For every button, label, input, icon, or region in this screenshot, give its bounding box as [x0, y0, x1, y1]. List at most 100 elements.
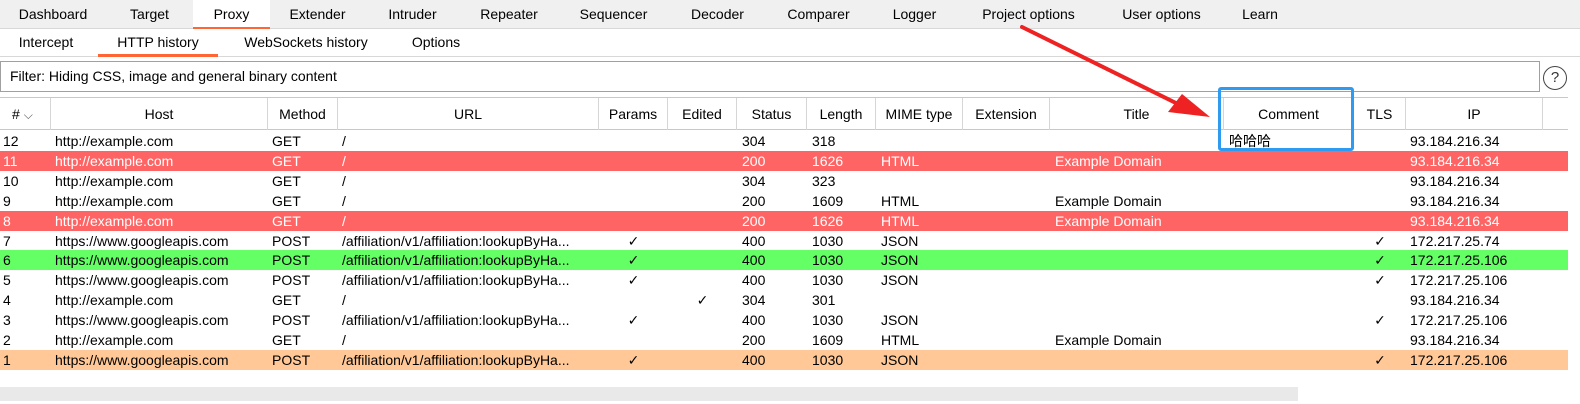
table-row[interactable]: 7 https://www.googleapis.com POST/affiliat…: [0, 230, 1568, 251]
column-header-method[interactable]: Method: [268, 98, 338, 130]
cell-url: /affiliation/v1/affiliation:lookupByHa..…: [342, 312, 570, 329]
cell-tls: ✓: [1374, 272, 1386, 289]
tab-http-history[interactable]: HTTP history: [98, 29, 218, 57]
cell-host: https://www.googleapis.com: [55, 272, 229, 289]
cell-mime-type: [876, 290, 963, 310]
table-row[interactable]: 12 http://example.com GET / 304 318 哈哈哈 93.184.…: [0, 131, 1568, 151]
cell-host: https://www.googleapis.com: [55, 351, 229, 368]
cell-host: http://example.com: [55, 152, 174, 169]
cell-host: http://example.com: [55, 192, 174, 209]
cell-number: 11: [3, 152, 18, 169]
tab-logger[interactable]: Logger: [871, 0, 958, 29]
table-row[interactable]: 3 https://www.googleapis.com POST/affiliat…: [0, 310, 1568, 331]
column-header-length[interactable]: Length: [807, 98, 876, 130]
cell-title: [1050, 131, 1224, 151]
cell-comment: [1224, 171, 1354, 191]
cell-length: 323: [812, 172, 836, 189]
tab-project-options[interactable]: Project options: [958, 0, 1099, 29]
cell-edited: [668, 151, 737, 171]
cell-edited: [668, 270, 737, 290]
table-row[interactable]: 4 http://example.com GET / ✓ 304 301 93.184.216…: [0, 290, 1568, 311]
table-row[interactable]: 8 http://example.com GET / 200 1626 HTML Exampl…: [0, 210, 1568, 231]
tab-repeater[interactable]: Repeater: [460, 0, 558, 29]
tab-learn[interactable]: Learn: [1224, 0, 1296, 29]
cell-number: 2: [3, 332, 11, 348]
cell-status: 200: [742, 192, 766, 209]
tab-user-options[interactable]: User options: [1099, 0, 1224, 29]
filter-bar[interactable]: Filter: Hiding CSS, image and general bi…: [0, 61, 1540, 92]
table-row[interactable]: 2 http://example.com GET / 200 1609 HTML Exampl…: [0, 330, 1568, 350]
table-row[interactable]: 5 https://www.googleapis.com POST/affiliat…: [0, 270, 1568, 291]
cell-extension: [963, 270, 1050, 290]
cell-number: 12: [3, 133, 19, 149]
column-header-number[interactable]: # ⌵: [0, 98, 51, 130]
cell-status: 304: [742, 133, 766, 149]
column-header-ip[interactable]: IP: [1406, 98, 1543, 130]
cell-params: ✓: [627, 312, 640, 329]
cell-comment: [1224, 231, 1354, 251]
table-row[interactable]: 6 https://www.googleapis.com POST/affiliat…: [0, 250, 1568, 271]
cell-url: /affiliation/v1/affiliation:lookupByHa..…: [342, 232, 570, 249]
horizontal-scrollbar[interactable]: [0, 387, 1298, 401]
column-header-tls[interactable]: TLS: [1354, 98, 1406, 130]
table-row[interactable]: 11 http://example.com GET / 200 1626 HTML Examp…: [0, 150, 1568, 171]
cell-length: 1030: [812, 232, 844, 249]
cell-ip: 172.217.25.106: [1410, 351, 1508, 368]
cell-number: 10: [3, 172, 19, 189]
cell-url: /: [342, 212, 346, 229]
cell-url: /: [342, 172, 346, 189]
column-header-title[interactable]: Title: [1050, 98, 1224, 130]
cell-method: POST: [272, 232, 311, 249]
cell-title: [1050, 350, 1224, 370]
tab-intercept[interactable]: Intercept: [0, 29, 92, 57]
cell-params: ✓: [627, 232, 640, 249]
column-header-host[interactable]: Host: [51, 98, 268, 130]
tab-websockets-history[interactable]: WebSockets history: [224, 29, 388, 57]
help-icon[interactable]: ?: [1543, 66, 1567, 90]
cell-title: Example Domain: [1055, 192, 1162, 209]
tab-intruder[interactable]: Intruder: [365, 0, 460, 29]
cell-status: 200: [742, 152, 766, 169]
cell-mime-type: JSON: [881, 252, 919, 269]
cell-url: /: [342, 152, 346, 169]
cell-length: 1609: [812, 192, 844, 209]
column-header-status[interactable]: Status: [737, 98, 807, 130]
cell-edited: [668, 310, 737, 330]
cell-method: GET: [272, 152, 301, 169]
table-row[interactable]: 10 http://example.com GET / 304 323 93.184.216…: [0, 170, 1568, 191]
cell-mime-type: [876, 131, 963, 151]
column-header-params[interactable]: Params: [599, 98, 668, 130]
column-header-edited[interactable]: Edited: [668, 98, 737, 130]
tab-target[interactable]: Target: [106, 0, 193, 29]
cell-extension: [963, 171, 1050, 191]
cell-status: 400: [742, 351, 766, 368]
tab-dashboard[interactable]: Dashboard: [0, 0, 106, 29]
tab-options[interactable]: Options: [392, 29, 480, 57]
tab-comparer[interactable]: Comparer: [766, 0, 871, 29]
column-header-comment[interactable]: Comment: [1224, 98, 1354, 130]
tab-proxy[interactable]: Proxy: [193, 0, 270, 30]
cell-edited: [668, 250, 737, 270]
cell-url: /: [342, 332, 346, 348]
table-row[interactable]: 9 http://example.com GET / 200 1609 HTML Exampl…: [0, 190, 1568, 211]
cell-status: 400: [742, 252, 766, 269]
tab-extender[interactable]: Extender: [270, 0, 365, 29]
cell-tls: ✓: [1374, 252, 1386, 269]
tab-sequencer[interactable]: Sequencer: [558, 0, 669, 29]
cell-comment: [1224, 211, 1354, 231]
tab-decoder[interactable]: Decoder: [669, 0, 766, 29]
cell-tls: [1354, 330, 1406, 350]
column-header-mime-type[interactable]: MIME type: [876, 98, 963, 130]
column-header-extension[interactable]: Extension: [963, 98, 1050, 130]
cell-length: 1626: [812, 212, 844, 229]
cell-mime-type: HTML: [881, 192, 920, 209]
column-header-url[interactable]: URL: [338, 98, 599, 130]
cell-comment: [1224, 330, 1354, 350]
table-row[interactable]: 1 https://www.googleapis.com POST/affiliat…: [0, 349, 1568, 370]
cell-comment: 哈哈哈: [1229, 133, 1271, 149]
cell-mime-type: HTML: [881, 212, 920, 229]
http-history-table: # ⌵ Host Method URL Params Edited Status…: [0, 97, 1568, 387]
cell-edited: ✓: [696, 292, 709, 309]
cell-ip: 172.217.25.106: [1410, 312, 1508, 329]
cell-status: 400: [742, 272, 766, 289]
